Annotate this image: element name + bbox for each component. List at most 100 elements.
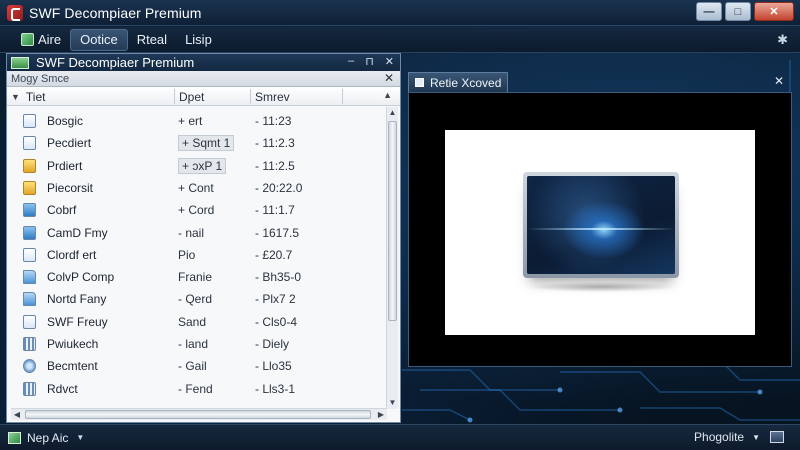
panel-pin-button[interactable]: ⊓ [365,55,374,68]
file-date: + Cord [178,203,215,218]
file-row[interactable]: Becmtent - Gail - Llo35 [7,357,387,375]
column-header-name[interactable]: ▼ Tiet [7,89,175,104]
menu-item-aire[interactable]: Aire [12,29,70,51]
status-right-group[interactable]: Phogolite ▼ [694,430,760,444]
yellow-document-icon [23,180,36,195]
document-icon [23,136,36,151]
file-size: - Plx7 2 [255,292,296,307]
file-size: - Llo35 [255,359,292,374]
file-size: - Diely [255,337,290,351]
yellow-document-icon [23,158,36,173]
scroll-thumb[interactable] [388,121,397,321]
menu-bar: Aire Ootice Rteal Lisip ✱ [0,27,800,53]
preview-close-icon[interactable]: ✕ [774,74,784,88]
grid-file-icon [23,381,36,396]
app-menu-icon [21,33,34,46]
menu-label: Rteal [136,32,168,47]
file-size: - 11:1.7 [255,203,295,218]
subheader-close-icon[interactable]: ✕ [384,71,394,85]
close-button[interactable]: ✕ [754,2,794,21]
window-title: SWF Decompiaer Premium [29,4,202,21]
file-row[interactable]: Cobrf + Cord - 11:1.7 [7,201,387,219]
column-header-row: ▼ Tiet Dpet Smrev ▲ [7,87,400,106]
file-row[interactable]: Rdvct - Fend - Lls3-1 [7,380,387,398]
file-size: - 11:2.3 [255,136,295,151]
folder-icon [23,270,36,285]
settings-icon[interactable]: ✱ [777,32,788,48]
panel-minimize-button[interactable]: – [348,55,354,68]
file-row[interactable]: Nortd Fany - Qerd - Plx7 2 [7,290,387,308]
window-controls: — □ ✕ [696,2,794,21]
blue-document-icon [23,225,36,240]
subheader-label: Mogy Smce [11,72,70,85]
file-row[interactable]: ColvP Comp Franie - Bh35-0 [7,268,387,286]
layout-icon[interactable] [770,431,784,443]
file-name: Becmtent [47,359,98,374]
scroll-down-icon[interactable]: ▼ [388,398,397,408]
panel-controls: – ⊓ ✕ [348,55,394,68]
file-date: - land [178,337,209,351]
vertical-scrollbar[interactable]: ▲ ▼ [386,107,398,409]
scroll-left-icon[interactable]: ◀ [12,409,22,420]
chevron-down-icon[interactable]: ▼ [76,433,84,442]
file-name: Pwiukech [47,337,99,351]
file-name: Pecdiert [47,136,92,151]
status-bar: Nep Aic ▼ Phogolite ▼ [0,424,800,450]
file-row[interactable]: Clordf ert Pio - £20.7 [7,246,387,264]
tab-preview[interactable]: Retie Xcoved [408,72,508,92]
file-date: - Gail [178,359,207,374]
file-size: - 1617.5 [255,225,300,240]
file-row[interactable]: CamD Fmy - nail - 1617.5 [7,224,387,242]
file-date: Pio [178,247,196,262]
file-name: ColvP Comp [47,270,115,285]
menu-item-ootice[interactable]: Ootice [70,28,128,51]
file-row[interactable]: Bosgic + ert - 11:23 [7,112,387,130]
status-left-label[interactable]: Nep Aic [27,431,68,445]
menu-label: Lisip [185,32,212,47]
scroll-right-icon[interactable]: ▶ [376,409,386,420]
file-size: - 11:23 [255,114,292,128]
column-header-date[interactable]: Dpet [175,89,251,104]
file-size: - Lls3-1 [255,381,296,396]
blue-document-icon [23,203,36,218]
preview-tab-icon [415,78,424,87]
document-icon [23,314,36,329]
status-app-icon [8,431,21,444]
app-logo-icon [7,4,23,21]
file-date: - Fend [178,381,213,396]
file-size: - £20.7 [255,247,293,262]
file-size: - 20:22.0 [255,180,303,195]
file-row[interactable]: Pecdiert + Sqmt 1 - 11:2.3 [7,134,387,152]
scroll-thumb-horizontal[interactable] [25,410,371,419]
file-name: Nortd Fany [47,292,107,307]
minimize-button[interactable]: — [696,2,722,21]
menu-label: Ootice [80,32,118,47]
monitor-image [523,172,679,278]
file-date: + Sqmt 1 [178,135,235,152]
file-row[interactable]: Pwiukech - land - Diely [7,335,387,353]
title-bar: SWF Decompiaer Premium — □ ✕ [0,0,800,26]
file-size: - 11:2.5 [255,158,295,173]
horizontal-scrollbar[interactable]: ◀ ▶ [11,408,387,420]
file-name: Rdvct [47,381,78,396]
tab-label: Retie Xcoved [430,75,502,90]
file-name: Clordf ert [47,247,97,262]
panel-close-button[interactable]: ✕ [385,55,394,68]
file-date: Sand [178,314,207,329]
file-list: Bosgic + ert - 11:23 Pecdiert + Sqmt 1 - 11:2… [7,107,387,409]
file-date: + ɔxP 1 [178,157,227,174]
menu-item-rteal[interactable]: Rteal [128,29,176,51]
file-date: + Cont [178,180,214,195]
gear-file-icon [23,359,36,374]
menu-item-lisip[interactable]: Lisip [176,29,221,51]
file-row[interactable]: Piecorsit + Cont - 20:22.0 [7,179,387,197]
column-header-size[interactable]: Smrev [251,89,343,104]
file-row[interactable]: Prdiert + ɔxP 1 - 11:2.5 [7,157,387,175]
chevron-down-icon: ▼ [11,91,20,102]
scroll-up-icon[interactable]: ▲ [388,108,397,118]
maximize-button[interactable]: □ [725,2,751,21]
file-date: - Qerd [178,292,213,307]
file-row[interactable]: SWF Freuy Sand - Cls0-4 [7,313,387,331]
chevron-down-icon: ▼ [752,432,760,442]
document-icon [23,247,36,262]
